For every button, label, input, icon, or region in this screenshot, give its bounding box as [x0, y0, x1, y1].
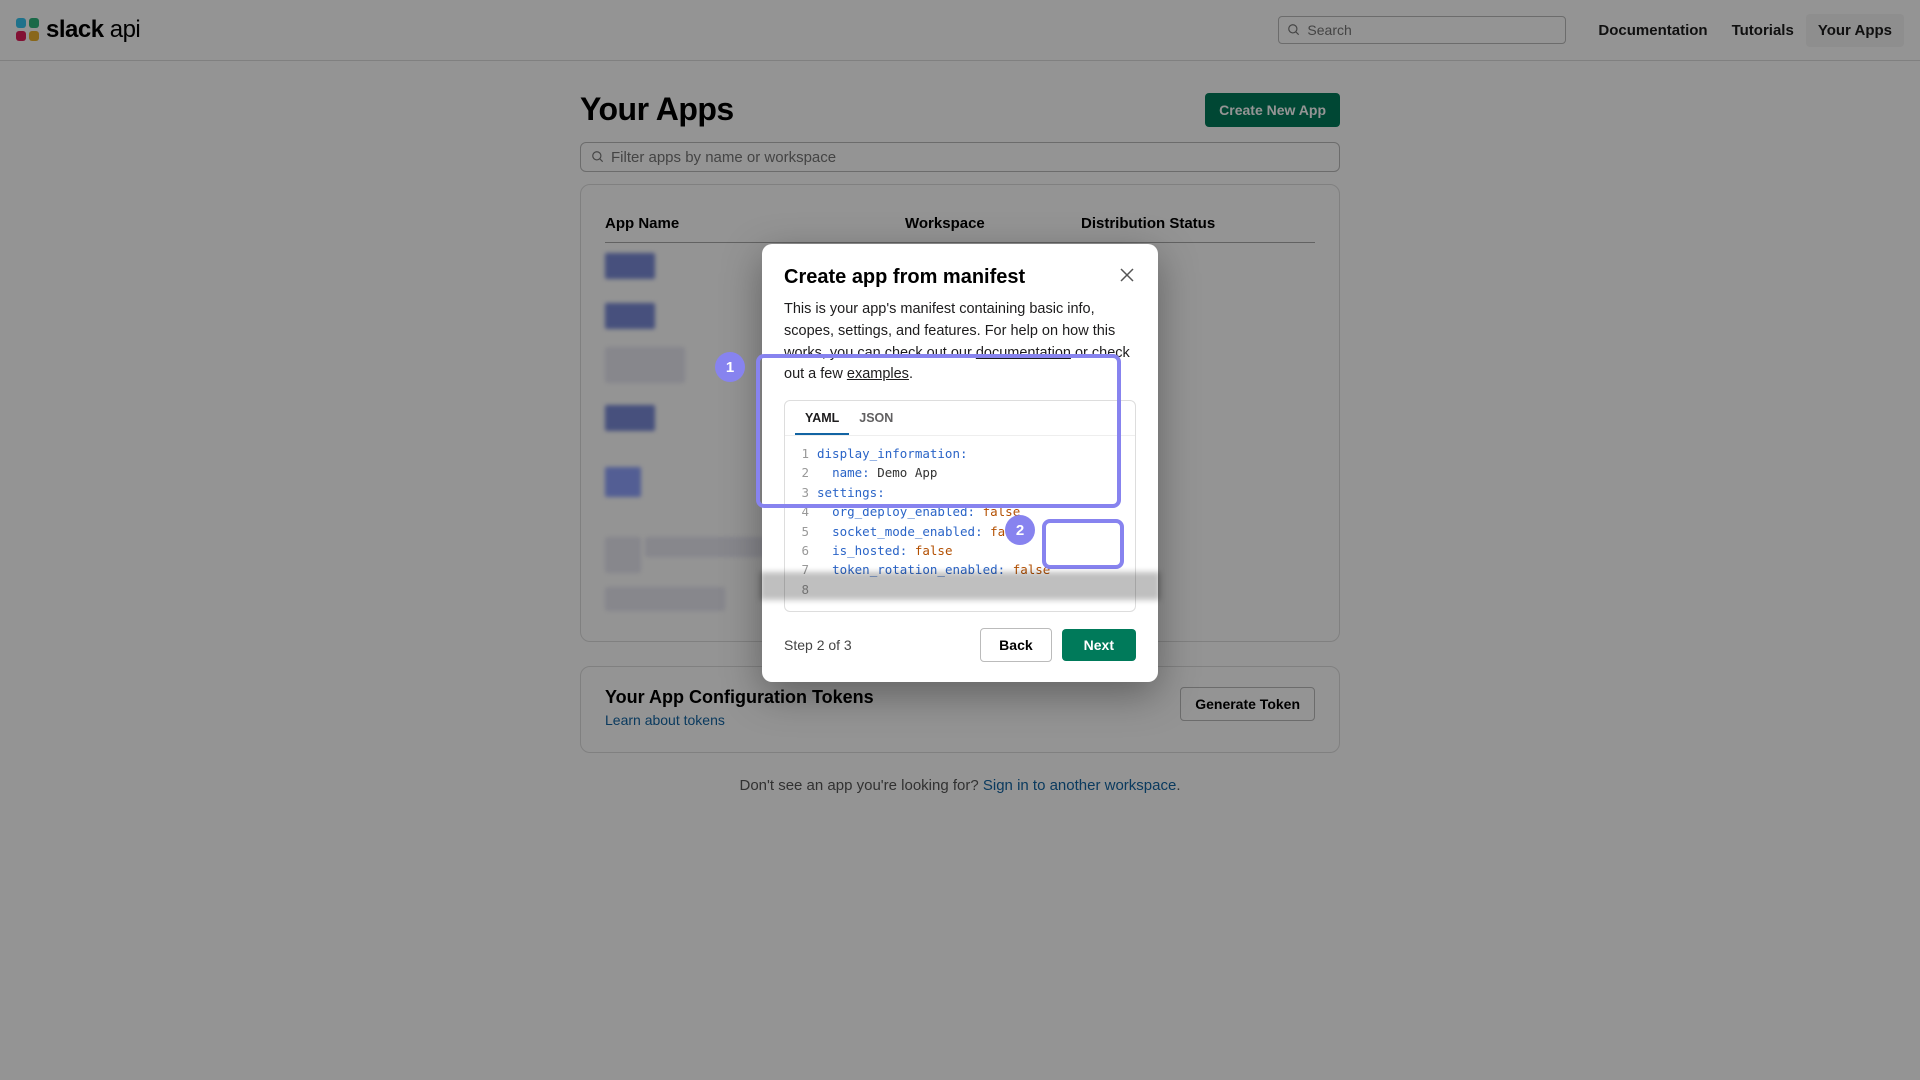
examples-link[interactable]: examples — [847, 366, 909, 382]
annotation-badge-1: 1 — [715, 352, 745, 382]
modal-overlay: Create app from manifest This is your ap… — [0, 0, 1920, 1080]
step-indicator: Step 2 of 3 — [784, 637, 852, 653]
modal-description: This is your app's manifest containing b… — [784, 299, 1136, 386]
tab-json[interactable]: JSON — [849, 401, 903, 435]
create-app-modal: Create app from manifest This is your ap… — [762, 244, 1158, 682]
tab-yaml[interactable]: YAML — [795, 401, 849, 435]
back-button[interactable]: Back — [980, 628, 1051, 662]
modal-title: Create app from manifest — [784, 266, 1025, 289]
manifest-code[interactable]: 1display_information: 2 name: Demo App 3… — [785, 436, 1135, 611]
next-button[interactable]: Next — [1062, 629, 1136, 661]
documentation-link[interactable]: documentation — [976, 345, 1071, 361]
close-icon[interactable] — [1118, 266, 1136, 284]
manifest-editor: YAML JSON 1display_information: 2 name: … — [784, 400, 1136, 612]
